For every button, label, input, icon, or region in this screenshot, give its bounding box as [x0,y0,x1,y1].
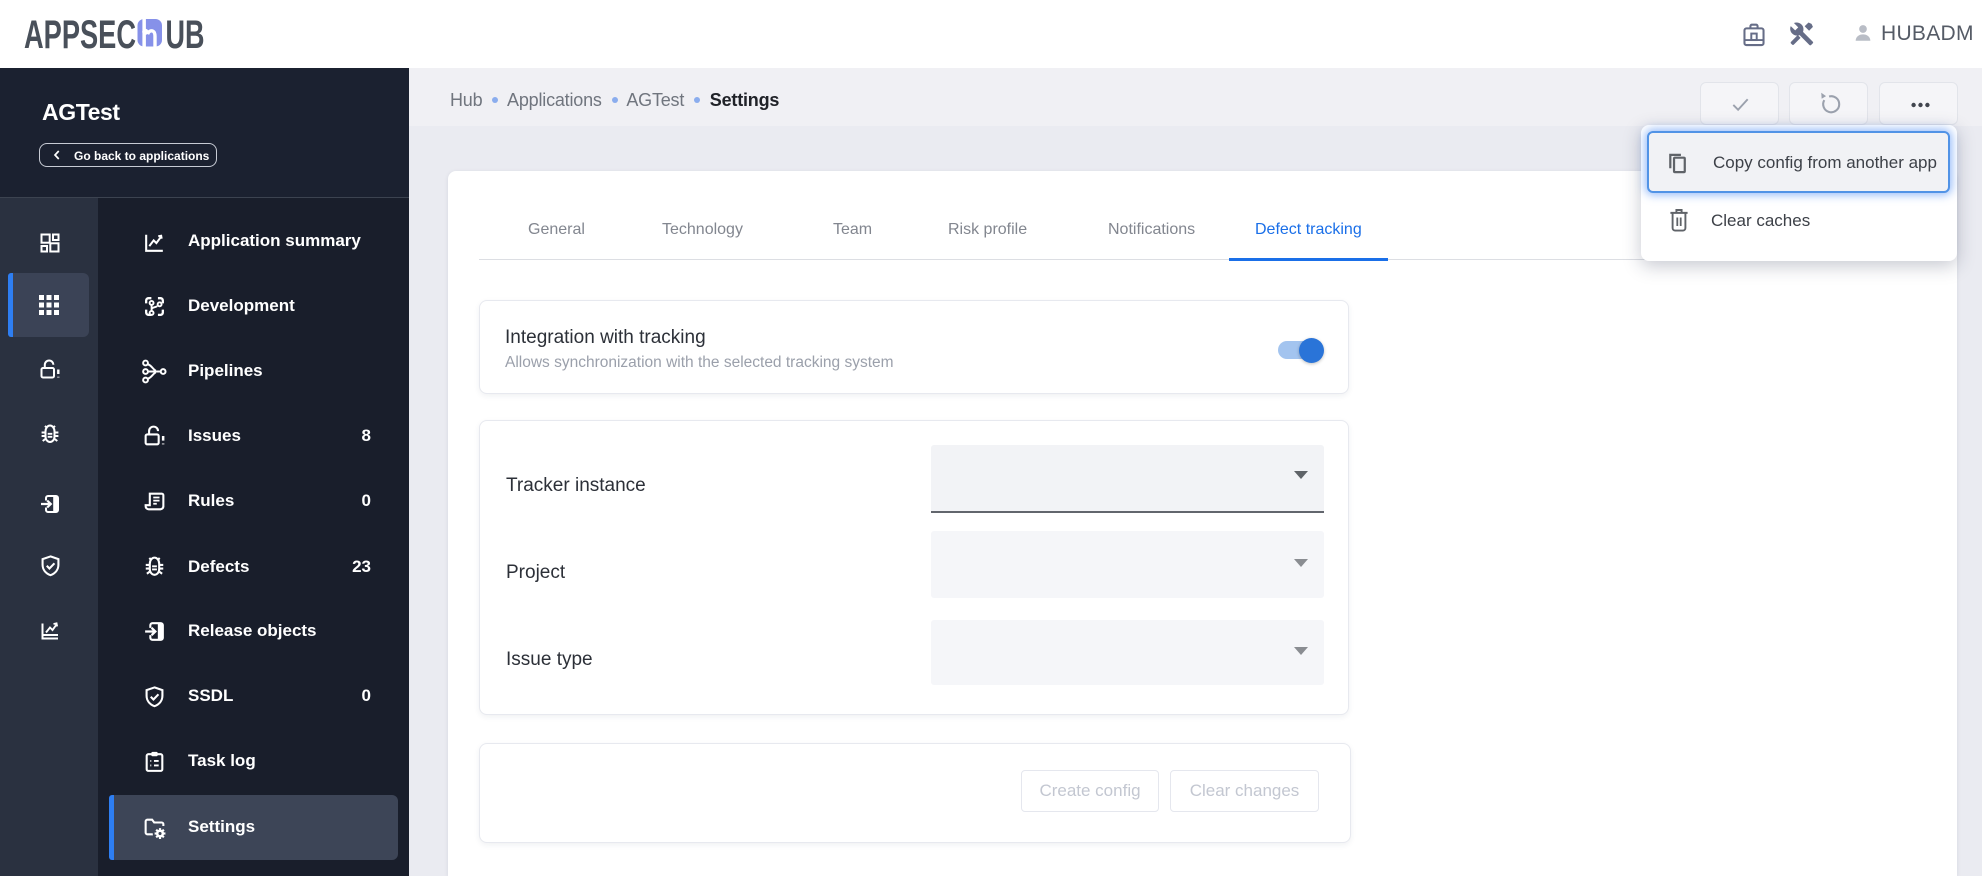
svg-text:UB: UB [166,14,205,56]
svg-text:APPSEC: APPSEC [24,14,136,56]
